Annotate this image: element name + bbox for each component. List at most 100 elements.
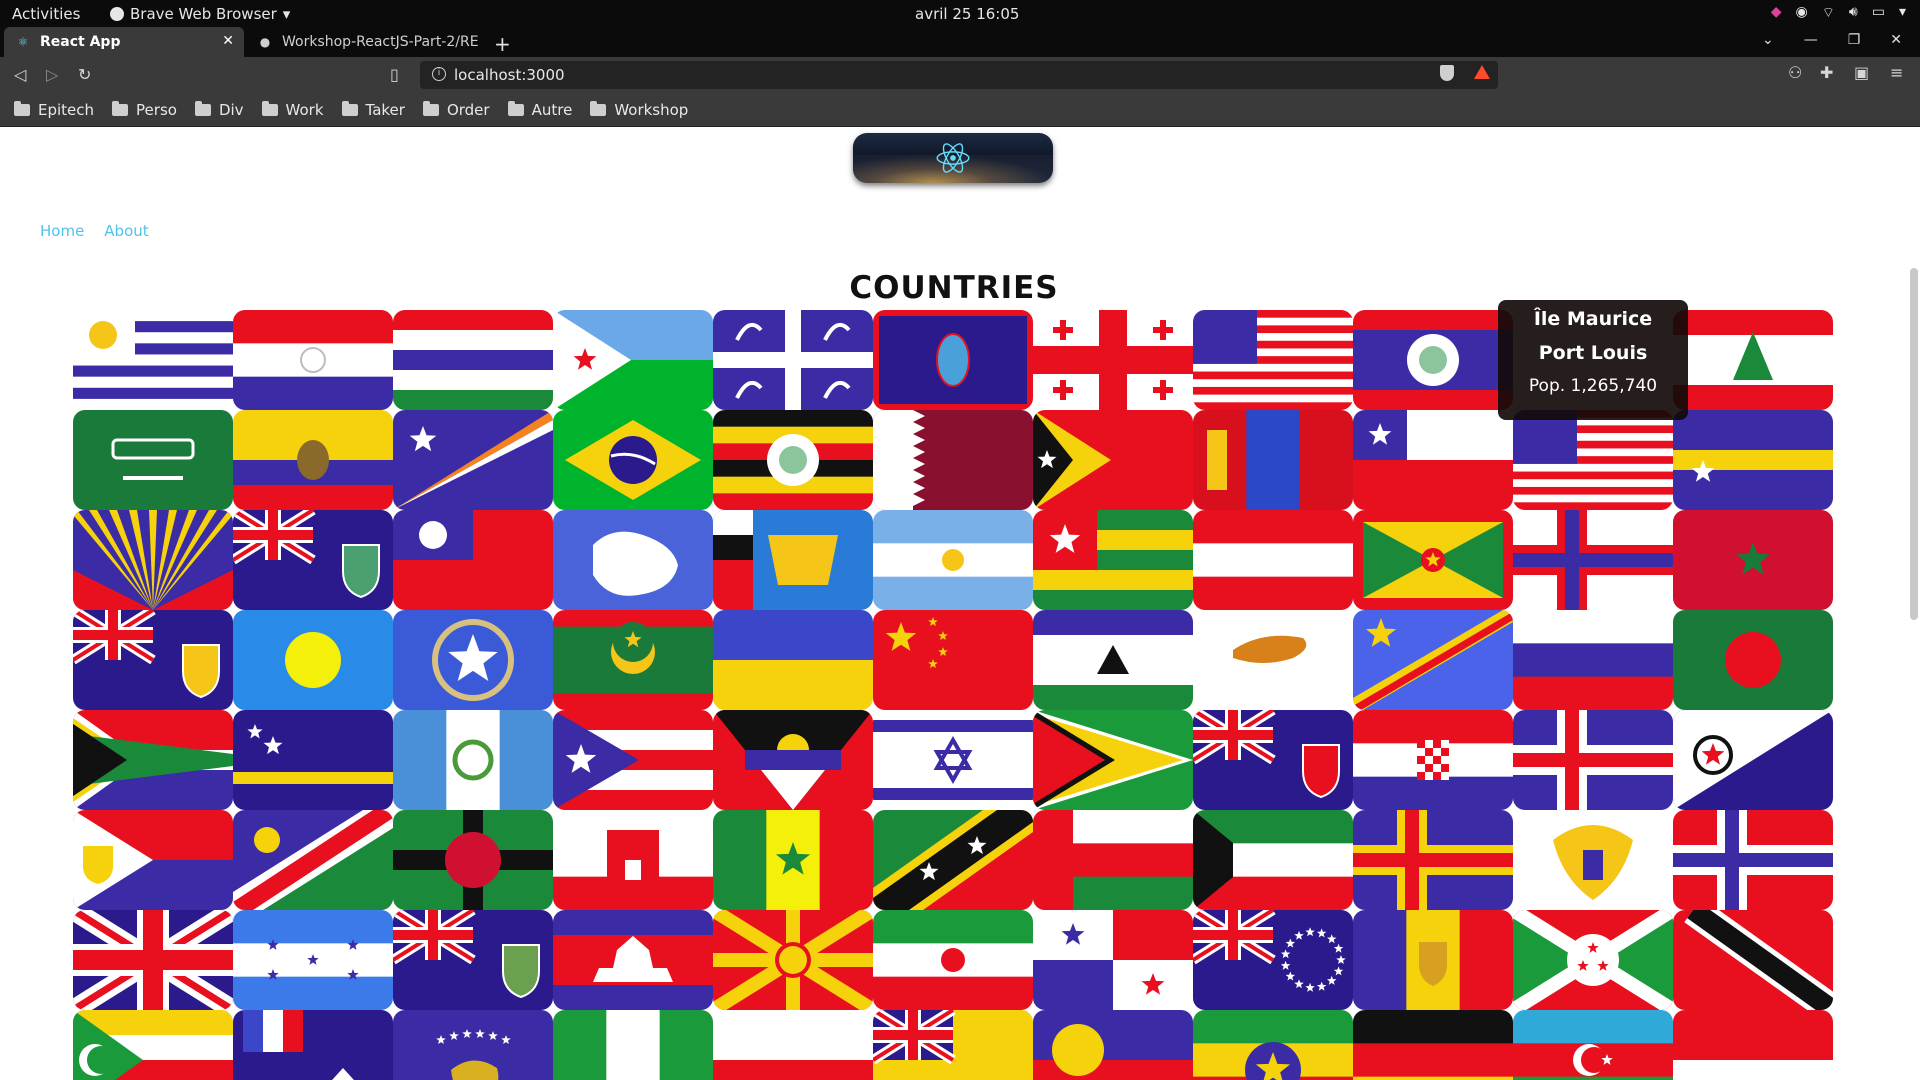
country-flag-card[interactable] <box>873 1010 1033 1080</box>
close-tab-icon[interactable]: ✕ <box>222 33 234 49</box>
country-flag-card[interactable] <box>1513 810 1673 910</box>
country-flag-card[interactable] <box>73 1010 233 1080</box>
country-flag-card[interactable] <box>1353 510 1513 610</box>
nav-home-link[interactable]: Home <box>40 222 84 240</box>
country-flag-card[interactable] <box>393 610 553 710</box>
country-flag-card[interactable] <box>553 510 713 610</box>
bookmark-folder[interactable]: Work <box>261 100 324 119</box>
country-flag-card[interactable] <box>1353 310 1513 410</box>
system-tray[interactable]: ◆ ◉ ⌔ 🔊︎ ▭ ▾ <box>1771 4 1906 22</box>
country-flag-card[interactable] <box>233 310 393 410</box>
country-flag-card[interactable] <box>1353 810 1513 910</box>
country-flag-card[interactable] <box>713 610 873 710</box>
site-logo[interactable] <box>853 133 1053 183</box>
bookmark-folder[interactable]: Div <box>194 100 244 119</box>
country-flag-card[interactable] <box>1193 710 1353 810</box>
country-flag-card[interactable] <box>1033 910 1193 1010</box>
country-flag-card[interactable] <box>1033 1010 1193 1080</box>
bookmark-folder[interactable]: Epitech <box>14 100 94 119</box>
bookmark-folder[interactable]: Perso <box>112 100 177 119</box>
country-flag-card[interactable] <box>553 610 713 710</box>
bookmark-icon[interactable]: ▯ <box>390 65 399 84</box>
discord-icon[interactable]: ◉ <box>1796 4 1808 22</box>
country-flag-card[interactable] <box>73 410 233 510</box>
country-flag-card[interactable] <box>393 310 553 410</box>
country-flag-card[interactable] <box>1033 710 1193 810</box>
country-flag-card[interactable] <box>1673 410 1833 510</box>
country-flag-card[interactable] <box>1513 1010 1673 1080</box>
country-flag-card[interactable] <box>553 310 713 410</box>
country-flag-card[interactable] <box>1193 910 1353 1010</box>
maximize-icon[interactable]: ❐ <box>1848 32 1861 48</box>
country-flag-card[interactable] <box>713 710 873 810</box>
country-flag-card[interactable] <box>1193 810 1353 910</box>
country-flag-card[interactable] <box>1033 810 1193 910</box>
menu-icon[interactable]: ≡ <box>1890 63 1903 82</box>
country-flag-card[interactable] <box>553 910 713 1010</box>
country-flag-card[interactable] <box>1033 510 1193 610</box>
country-flag-card[interactable] <box>713 810 873 910</box>
country-flag-card[interactable] <box>1353 410 1513 510</box>
power-menu-icon[interactable]: ▾ <box>1899 4 1906 22</box>
tab-react-app[interactable]: ⚛ React App ✕ <box>4 27 244 57</box>
country-flag-card[interactable] <box>1673 1010 1833 1080</box>
tab-search-icon[interactable]: ⌄ <box>1762 32 1774 48</box>
country-flag-card[interactable] <box>713 410 873 510</box>
country-flag-card[interactable] <box>1193 510 1353 610</box>
country-flag-card[interactable] <box>393 410 553 510</box>
country-flag-card[interactable] <box>233 810 393 910</box>
country-flag-card[interactable] <box>1513 910 1673 1010</box>
country-flag-card[interactable] <box>1673 710 1833 810</box>
country-flag-card[interactable] <box>233 710 393 810</box>
country-flag-card[interactable] <box>873 510 1033 610</box>
country-flag-card[interactable] <box>73 810 233 910</box>
country-flag-card[interactable] <box>233 610 393 710</box>
country-flag-card[interactable] <box>1673 610 1833 710</box>
page-scrollbar[interactable] <box>1910 268 1918 620</box>
country-flag-card[interactable] <box>713 910 873 1010</box>
country-flag-card[interactable] <box>393 510 553 610</box>
site-info-icon[interactable]: i <box>432 67 446 81</box>
country-flag-card[interactable] <box>1353 710 1513 810</box>
country-flag-card[interactable] <box>1193 610 1353 710</box>
wallet-icon[interactable]: ▣ <box>1854 63 1869 82</box>
minimize-icon[interactable]: — <box>1804 32 1818 48</box>
country-flag-card[interactable] <box>1193 310 1353 410</box>
app-indicator-icon[interactable]: ◆ <box>1771 4 1782 22</box>
country-flag-card[interactable] <box>73 710 233 810</box>
country-flag-card[interactable] <box>233 910 393 1010</box>
country-flag-card[interactable] <box>1193 410 1353 510</box>
country-flag-card[interactable] <box>73 610 233 710</box>
app-menu[interactable]: Brave Web Browser ▾ <box>110 5 290 23</box>
bookmark-folder[interactable]: Order <box>422 100 490 119</box>
country-flag-card[interactable] <box>553 410 713 510</box>
country-flag-card[interactable] <box>553 810 713 910</box>
country-flag-card[interactable] <box>1673 910 1833 1010</box>
nav-about-link[interactable]: About <box>104 222 148 240</box>
country-flag-card[interactable] <box>873 310 1033 410</box>
clock[interactable]: avril 25 16:05 <box>915 5 1019 23</box>
country-flag-card[interactable] <box>713 510 873 610</box>
volume-icon[interactable]: 🔊︎ <box>1849 4 1858 22</box>
battery-icon[interactable]: ▭ <box>1872 4 1885 22</box>
country-flag-card[interactable] <box>73 310 233 410</box>
country-flag-card[interactable] <box>393 1010 553 1080</box>
country-flag-card[interactable] <box>713 1010 873 1080</box>
country-flag-card[interactable] <box>553 710 713 810</box>
country-flag-card[interactable] <box>873 910 1033 1010</box>
close-window-icon[interactable]: ✕ <box>1890 32 1902 48</box>
country-flag-card[interactable] <box>1513 710 1673 810</box>
country-flag-card[interactable] <box>1673 310 1833 410</box>
country-flag-card[interactable] <box>1513 510 1673 610</box>
country-flag-card[interactable] <box>553 1010 713 1080</box>
country-flag-card[interactable] <box>1353 1010 1513 1080</box>
country-flag-card[interactable] <box>1673 510 1833 610</box>
country-flag-card[interactable] <box>393 910 553 1010</box>
brave-shields-icon[interactable] <box>1440 65 1454 81</box>
country-flag-card[interactable] <box>393 710 553 810</box>
country-flag-card[interactable] <box>1193 1010 1353 1080</box>
country-flag-card[interactable] <box>73 910 233 1010</box>
country-flag-card[interactable] <box>873 610 1033 710</box>
country-flag-card[interactable] <box>1033 610 1193 710</box>
address-bar[interactable]: i localhost:3000 <box>420 61 1498 89</box>
